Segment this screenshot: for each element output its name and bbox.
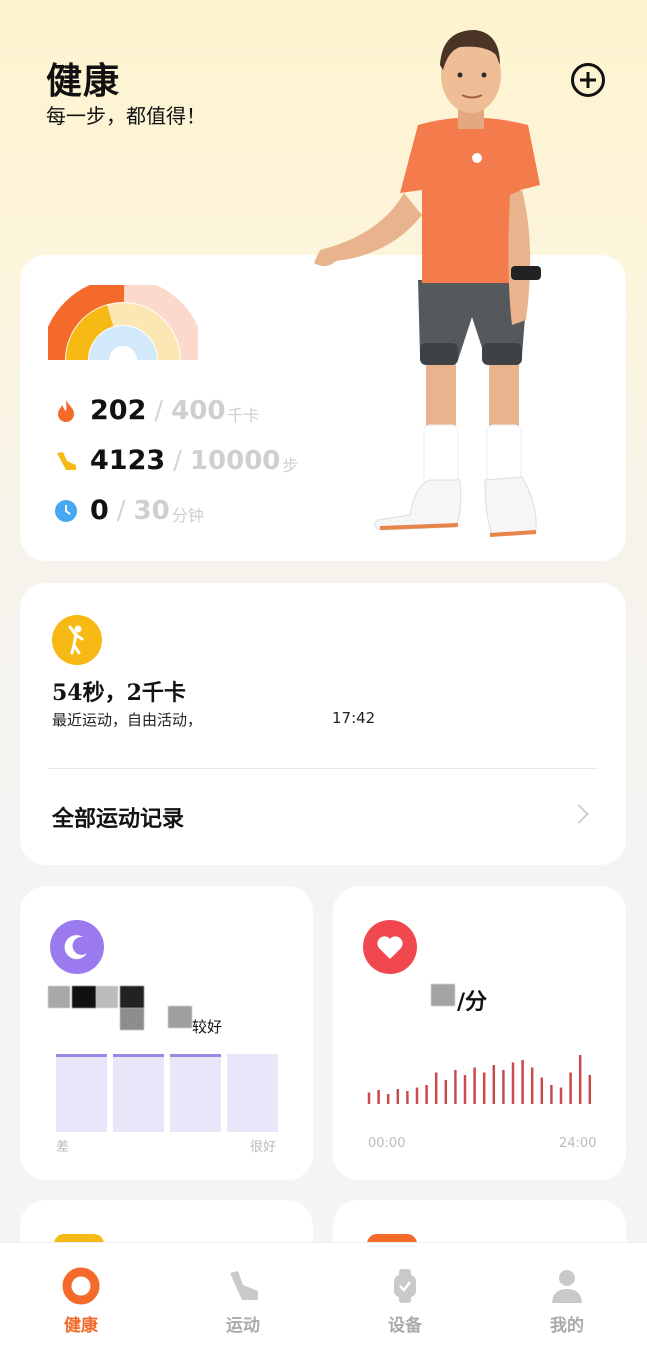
nav-item-sport[interactable]: 运动 — [162, 1243, 324, 1353]
redacted-block — [120, 1008, 144, 1030]
steps-separator: / — [173, 445, 182, 476]
person-icon — [548, 1267, 586, 1305]
redacted-block — [120, 986, 144, 1008]
steps-unit: 步 — [282, 455, 299, 475]
active-separator: / — [116, 495, 126, 526]
active-unit: 分钟 — [171, 505, 204, 525]
moon-icon — [50, 920, 104, 974]
heart-icon — [363, 920, 417, 974]
add-icon[interactable] — [571, 63, 605, 97]
redacted-block — [431, 984, 455, 1006]
steps-row: 4123 / 10000 步 — [54, 445, 298, 476]
redacted-block — [48, 986, 70, 1008]
stretching-person-icon — [52, 615, 102, 665]
redacted-block — [168, 1006, 192, 1028]
sleep-axis-right: 很好 — [250, 1140, 277, 1155]
steps-goal: 10000 — [189, 445, 281, 476]
heart-axis-start: 00:00 — [368, 1136, 406, 1151]
sleep-bar — [170, 1054, 221, 1132]
chevron-right-icon — [569, 804, 589, 824]
steps-current: 4123 — [90, 445, 166, 476]
nav-item-health[interactable]: 健康 — [0, 1243, 162, 1353]
nav-label-profile: 我的 — [550, 1316, 584, 1336]
active-minutes-row: 0 / 30 分钟 — [54, 495, 204, 526]
nav-item-device[interactable]: 设备 — [324, 1243, 486, 1353]
redacted-block — [96, 986, 118, 1008]
calories-unit: 千卡 — [227, 405, 260, 425]
health-ring-icon — [62, 1267, 100, 1305]
sleep-bar — [56, 1054, 107, 1132]
avatar-illustration — [314, 30, 541, 537]
clock-icon — [54, 499, 78, 523]
calories-current: 202 — [90, 395, 147, 426]
shoe-icon — [224, 1267, 262, 1305]
nav-label-device: 设备 — [388, 1316, 422, 1336]
heart-axis-end: 24:00 — [559, 1136, 597, 1151]
calories-separator: / — [154, 395, 164, 426]
nav-item-profile[interactable]: 我的 — [486, 1243, 647, 1353]
heart-rate-card[interactable]: /分 00:00 24:00 — [333, 886, 626, 1180]
calories-goal: 400 — [171, 395, 226, 426]
divider — [48, 768, 598, 769]
recent-workout-card[interactable]: 54秒，2千卡 最近运动，自由活动， 17:42 全部运动记录 — [20, 583, 626, 865]
active-current: 0 — [90, 495, 109, 526]
workout-detail: 最近运动，自由活动， — [52, 711, 203, 729]
page-subtitle: 每一步，都值得！ — [46, 104, 206, 128]
sleep-bar — [227, 1054, 278, 1132]
nav-label-sport: 运动 — [226, 1316, 260, 1336]
flame-icon — [54, 399, 78, 423]
sleep-bar — [113, 1054, 164, 1132]
redacted-block — [72, 986, 96, 1008]
activity-rings-chart — [48, 285, 198, 361]
sleep-quality: 较好 — [192, 1018, 223, 1036]
calories-row: 202 / 400 千卡 — [54, 395, 259, 426]
heart-rate-unit: /分 — [457, 989, 488, 1015]
workout-time: 17:42 — [332, 709, 376, 727]
heart-rate-chart — [367, 1055, 592, 1104]
bottom-nav: 健康 运动 设备 我的 — [0, 1242, 647, 1353]
all-records-link[interactable]: 全部运动记录 — [52, 801, 184, 833]
sleep-axis-left: 差 — [56, 1140, 70, 1155]
watch-icon — [386, 1267, 424, 1305]
sleep-card[interactable]: 较好 差 很好 — [20, 886, 313, 1180]
active-goal: 30 — [133, 495, 170, 526]
workout-summary: 54秒，2千卡 — [52, 680, 186, 706]
nav-label-health: 健康 — [64, 1316, 98, 1336]
shoe-icon — [54, 449, 78, 473]
page-title: 健康 — [46, 60, 121, 102]
